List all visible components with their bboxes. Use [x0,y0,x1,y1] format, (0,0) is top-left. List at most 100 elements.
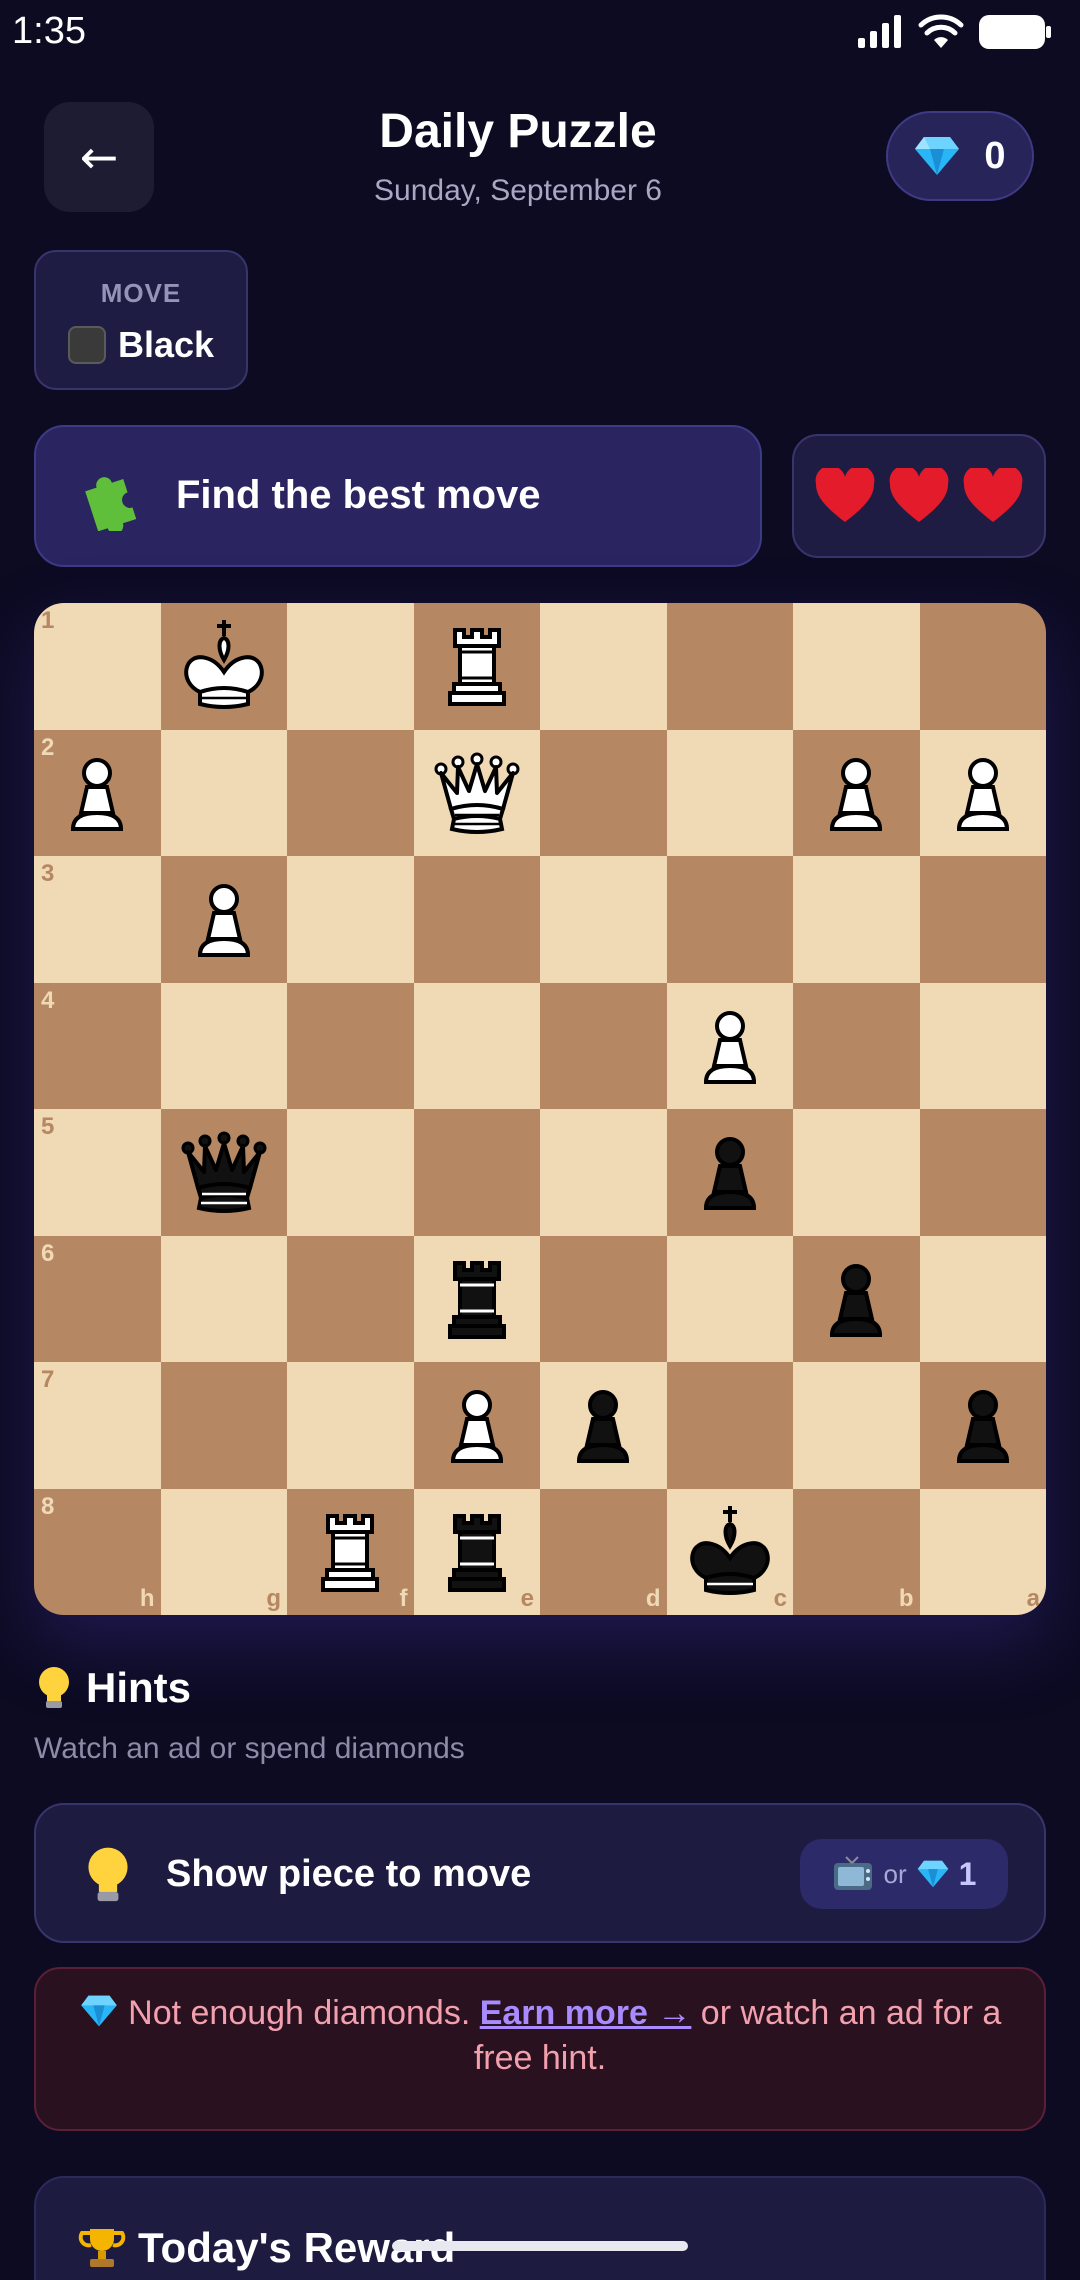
square-g2[interactable] [160,729,287,856]
square-b8[interactable]: b [793,1488,920,1615]
square-e2[interactable] [413,729,540,856]
square-d3[interactable] [540,856,667,983]
black-rook-icon[interactable] [427,1249,527,1349]
square-a7[interactable] [919,1362,1046,1489]
white-rook-icon[interactable] [300,1502,400,1602]
square-c4[interactable] [666,982,793,1109]
square-c7[interactable] [666,1362,793,1489]
square-g8[interactable]: g [160,1488,287,1615]
square-a8[interactable]: a [919,1488,1046,1615]
square-f1[interactable] [287,603,414,730]
square-d7[interactable] [540,1362,667,1489]
black-pawn-icon[interactable] [806,1249,906,1349]
square-b4[interactable] [793,982,920,1109]
square-h4[interactable]: 4 [34,982,161,1109]
square-f6[interactable] [287,1235,414,1362]
square-d1[interactable] [540,603,667,730]
square-f8[interactable]: f [287,1488,414,1615]
square-d8[interactable]: d [540,1488,667,1615]
square-h5[interactable]: 5 [34,1109,161,1236]
square-f3[interactable] [287,856,414,983]
earn-more-link[interactable]: Earn more → [480,1994,692,2032]
square-e1[interactable] [413,603,540,730]
chess-board[interactable]: 1 2 3 4 5 6 7 8 h g f e d c b a [34,603,1046,1615]
square-g3[interactable] [160,856,287,983]
square-g4[interactable] [160,982,287,1109]
black-king-icon[interactable] [680,1502,780,1602]
heart-icon [889,468,949,522]
square-c8[interactable]: c [666,1488,793,1615]
square-h3[interactable]: 3 [34,856,161,983]
square-c1[interactable] [666,603,793,730]
square-g6[interactable] [160,1235,287,1362]
diamond-icon [915,137,960,175]
square-g1[interactable] [160,603,287,730]
square-h1[interactable]: 1 [34,603,161,730]
square-h8[interactable]: 8h [34,1488,161,1615]
white-queen-icon[interactable] [427,743,527,843]
white-pawn-icon[interactable] [806,743,906,843]
square-a6[interactable] [919,1235,1046,1362]
square-a1[interactable] [919,603,1046,730]
square-e7[interactable] [413,1362,540,1489]
square-d5[interactable] [540,1109,667,1236]
square-g5[interactable] [160,1109,287,1236]
square-g7[interactable] [160,1362,287,1489]
black-queen-icon[interactable] [174,1122,274,1222]
file-label: d [645,1585,661,1612]
diamond-balance[interactable]: 0 [886,111,1034,201]
home-indicator [392,2241,688,2251]
square-b2[interactable] [793,729,920,856]
square-c6[interactable] [666,1235,793,1362]
square-a3[interactable] [919,856,1046,983]
square-e6[interactable] [413,1235,540,1362]
square-h7[interactable]: 7 [34,1362,161,1489]
square-f5[interactable] [287,1109,414,1236]
rank-label: 6 [41,1239,55,1267]
hint-cost-or: or [883,1858,907,1889]
diamond-icon [80,1995,117,2027]
square-e3[interactable] [413,856,540,983]
square-f7[interactable] [287,1362,414,1489]
rank-label: 3 [41,860,55,887]
hints-subtitle: Watch an ad or spend diamonds [34,1732,465,1765]
white-pawn-icon[interactable] [680,996,780,1096]
black-pawn-icon[interactable] [680,1122,780,1222]
square-a5[interactable] [919,1109,1046,1236]
square-b3[interactable] [793,856,920,983]
square-b1[interactable] [793,603,920,730]
square-d2[interactable] [540,729,667,856]
white-king-icon[interactable] [174,616,274,716]
page-title: Daily Puzzle [379,105,657,158]
black-rook-icon[interactable] [427,1502,527,1602]
rank-label: 7 [41,1366,55,1393]
white-rook-icon[interactable] [427,616,527,716]
square-b6[interactable] [793,1235,920,1362]
white-pawn-icon[interactable] [174,869,274,969]
square-e4[interactable] [413,982,540,1109]
white-pawn-icon[interactable] [427,1375,527,1475]
square-b5[interactable] [793,1109,920,1236]
white-pawn-icon[interactable] [47,743,147,843]
hint-show-piece-button[interactable]: Show piece to move or 1 [34,1803,1046,1943]
white-pawn-icon[interactable] [933,743,1033,843]
square-d4[interactable] [540,982,667,1109]
insufficient-diamonds-warning: Not enough diamonds. Earn more → or watc… [34,1967,1046,2131]
square-h2[interactable]: 2 [34,729,161,856]
black-pawn-icon[interactable] [553,1375,653,1475]
hints-title: Hints [86,1664,191,1711]
square-a4[interactable] [919,982,1046,1109]
square-f4[interactable] [287,982,414,1109]
black-pawn-icon[interactable] [933,1375,1033,1475]
square-b7[interactable] [793,1362,920,1489]
square-a2[interactable] [919,729,1046,856]
square-d6[interactable] [540,1235,667,1362]
square-c5[interactable] [666,1109,793,1236]
square-f2[interactable] [287,729,414,856]
square-h6[interactable]: 6 [34,1235,161,1362]
move-side-label: Black [117,324,215,365]
square-c2[interactable] [666,729,793,856]
square-e5[interactable] [413,1109,540,1236]
square-e8[interactable]: e [413,1488,540,1615]
square-c3[interactable] [666,856,793,983]
